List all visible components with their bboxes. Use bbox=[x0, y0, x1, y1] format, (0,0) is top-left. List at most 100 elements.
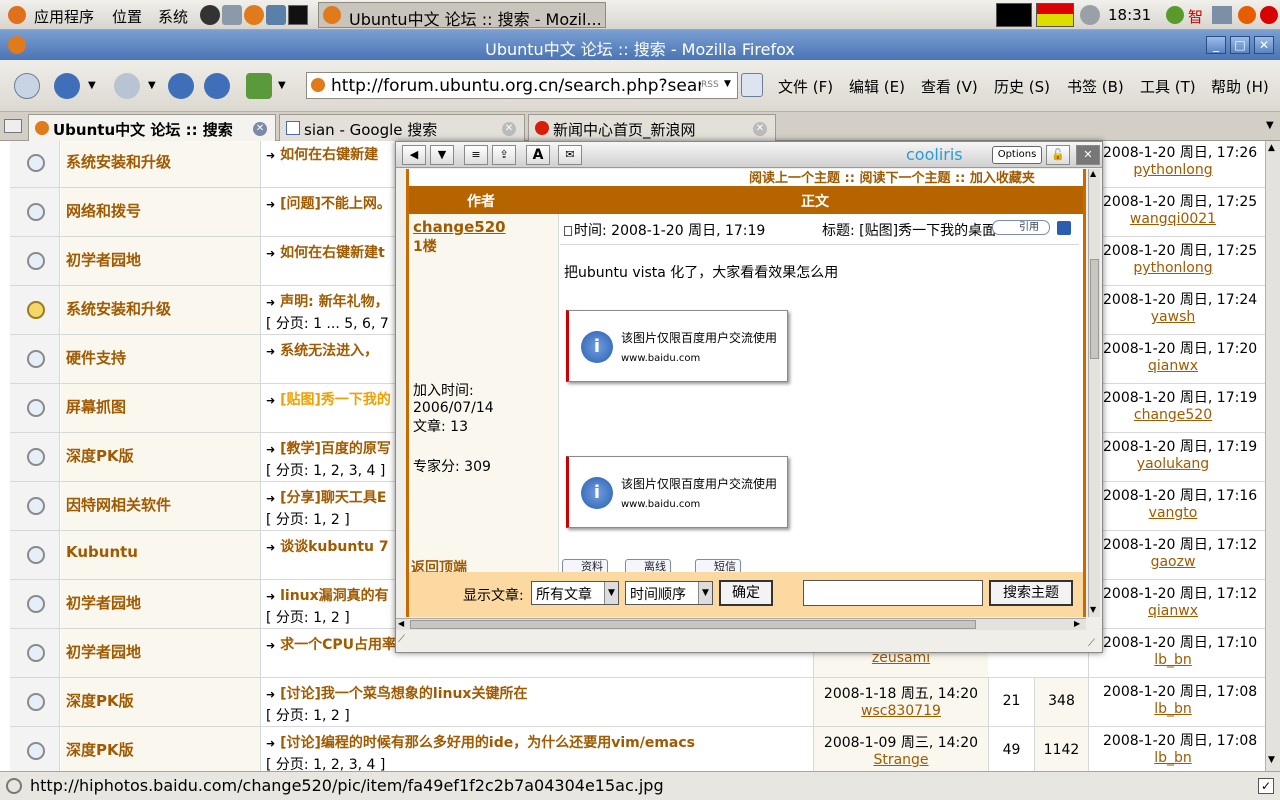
show-posts-select[interactable]: 所有文章 ▼ bbox=[531, 581, 619, 605]
page-scrollbar[interactable]: ▲ ▼ bbox=[1265, 141, 1280, 771]
rss-icon[interactable]: RSS bbox=[701, 80, 719, 90]
last-post-user[interactable]: lb_bn bbox=[1103, 701, 1243, 717]
last-post-user[interactable]: gaozw bbox=[1103, 554, 1243, 570]
resize-grip-icon[interactable]: ⟋ bbox=[1088, 638, 1095, 649]
status-check-icon[interactable]: ✓ bbox=[1258, 778, 1274, 794]
firefox-launcher-icon[interactable] bbox=[244, 5, 264, 25]
last-post-user[interactable]: qianwx bbox=[1103, 358, 1243, 374]
tab-google-search[interactable]: sian - Google 搜索 ✕ bbox=[279, 114, 525, 141]
forum-name[interactable]: 深度PK版 bbox=[61, 727, 261, 771]
ubuntu-logo-icon[interactable] bbox=[8, 6, 26, 24]
cooliris-next-button[interactable]: ▼ bbox=[430, 145, 454, 165]
scroll-up-icon[interactable]: ▲ bbox=[1268, 143, 1275, 153]
forum-name[interactable]: 初学者园地 bbox=[61, 629, 261, 677]
last-post-user[interactable]: change520 bbox=[1103, 407, 1243, 423]
topic-title[interactable]: [教学]百度的原写 bbox=[280, 441, 391, 457]
search-topic-input[interactable] bbox=[803, 580, 983, 606]
post-image-2[interactable]: i 该图片仅限百度用户交流使用 www.baidu.com bbox=[566, 456, 788, 528]
cooliris-vertical-scrollbar[interactable]: ▲ ▼ bbox=[1088, 169, 1100, 617]
post-image-1[interactable]: i 该图片仅限百度用户交流使用 www.baidu.com bbox=[566, 310, 788, 382]
cooliris-stack-icon[interactable]: ≡ bbox=[464, 145, 488, 165]
tab-close-icon[interactable]: ✕ bbox=[502, 122, 516, 136]
menu-help[interactable]: 帮助 (H) bbox=[1211, 76, 1269, 97]
tools-launcher-icon[interactable] bbox=[222, 5, 242, 25]
tab-ubuntu-forum[interactable]: Ubuntu中文 论坛 :: 搜索 ✕ bbox=[28, 114, 276, 141]
forum-name[interactable]: Kubuntu bbox=[61, 531, 261, 579]
url-dropdown-icon[interactable]: ▼ bbox=[724, 79, 731, 89]
forum-name[interactable]: 硬件支持 bbox=[61, 335, 261, 383]
forum-name[interactable]: 网络和拨号 bbox=[61, 188, 261, 236]
sort-order-select[interactable]: 时间顺序 ▼ bbox=[625, 581, 713, 605]
new-tab-icon[interactable] bbox=[14, 73, 40, 99]
settings-launcher-icon[interactable] bbox=[266, 5, 286, 25]
topic-nav-links[interactable]: 阅读上一个主题 :: 阅读下一个主题 :: 加入收藏夹 bbox=[749, 169, 1035, 186]
forum-name[interactable]: 屏幕抓图 bbox=[61, 384, 261, 432]
topic-title[interactable]: [问题]不能上网。 bbox=[280, 196, 391, 212]
update-icon[interactable] bbox=[1238, 6, 1256, 24]
last-post-user[interactable]: wangqi0021 bbox=[1103, 211, 1243, 227]
last-post-user[interactable]: pythonlong bbox=[1103, 162, 1243, 178]
clock[interactable]: 18:31 bbox=[1108, 6, 1151, 24]
cooliris-prev-button[interactable]: ◀ bbox=[402, 145, 426, 165]
system-menu[interactable]: 系统 bbox=[158, 6, 188, 27]
reload-icon[interactable] bbox=[168, 73, 194, 99]
volume-icon[interactable] bbox=[1080, 5, 1100, 25]
minimize-button[interactable]: _ bbox=[1206, 36, 1226, 54]
topic-title[interactable]: [分享]聊天工具E bbox=[280, 490, 386, 506]
scroll-thumb[interactable] bbox=[410, 620, 976, 629]
last-post-user[interactable]: yaolukang bbox=[1103, 456, 1243, 472]
bookmark-toolbar-icon[interactable] bbox=[246, 73, 272, 99]
forum-name[interactable]: 深度PK版 bbox=[61, 433, 261, 481]
menu-view[interactable]: 查看 (V) bbox=[921, 76, 978, 97]
terminal-launcher-icon[interactable] bbox=[288, 5, 308, 25]
topic-title[interactable]: 如何在右键新建 bbox=[280, 147, 378, 163]
topic-title[interactable]: linux漏洞真的有 bbox=[280, 588, 389, 604]
forum-name[interactable]: 因特网相关软件 bbox=[61, 482, 261, 530]
edit-square-icon[interactable] bbox=[1057, 221, 1071, 235]
power-icon[interactable] bbox=[1260, 6, 1278, 24]
topic-title[interactable]: 求一个CPU占用率 bbox=[280, 637, 396, 653]
cooliris-horizontal-scrollbar[interactable]: ◀ ▶ bbox=[396, 618, 1086, 630]
tab-close-icon[interactable]: ✕ bbox=[753, 122, 767, 136]
sidebar-toggle-icon[interactable] bbox=[4, 119, 22, 133]
tab-close-icon[interactable]: ✕ bbox=[253, 122, 267, 136]
last-post-user[interactable]: yawsh bbox=[1103, 309, 1243, 325]
topic-title[interactable]: [讨论]我一个菜鸟想象的linux关键所在 bbox=[280, 686, 527, 702]
forum-name[interactable]: 系统安装和升级 bbox=[61, 286, 261, 334]
cooliris-lock-icon[interactable]: 🔓 bbox=[1046, 145, 1070, 165]
tab-list-dropdown-icon[interactable]: ▼ bbox=[1266, 120, 1274, 131]
scroll-down-icon[interactable]: ▼ bbox=[1268, 755, 1275, 765]
applications-menu[interactable]: 应用程序 bbox=[34, 6, 94, 27]
forum-name[interactable]: 深度PK版 bbox=[61, 678, 261, 726]
confirm-button[interactable]: 确定 bbox=[719, 580, 773, 606]
go-button-icon[interactable] bbox=[741, 73, 763, 97]
cooliris-email-icon[interactable]: ✉ bbox=[558, 145, 582, 165]
topic-title[interactable]: 系统无法进入， bbox=[280, 343, 378, 359]
cooliris-close-icon[interactable]: ✕ bbox=[1076, 145, 1100, 165]
cooliris-options-button[interactable]: Options bbox=[992, 146, 1042, 164]
forum-name[interactable]: 初学者园地 bbox=[61, 580, 261, 628]
last-post-user[interactable]: lb_bn bbox=[1103, 652, 1243, 668]
back-dropdown-icon[interactable]: ▼ bbox=[88, 80, 96, 91]
scroll-thumb[interactable] bbox=[1090, 259, 1099, 359]
cooliris-text-size-icon[interactable]: A bbox=[526, 145, 550, 165]
menu-history[interactable]: 历史 (S) bbox=[994, 76, 1050, 97]
home-icon[interactable] bbox=[204, 73, 230, 99]
topic-title[interactable]: 声明: 新年礼物， bbox=[280, 294, 388, 310]
network-icon[interactable] bbox=[1212, 6, 1232, 24]
forum-name[interactable]: 初学者园地 bbox=[61, 237, 261, 285]
topic-pages[interactable]: [ 分页: 1, 2 ] bbox=[266, 705, 812, 725]
topic-pages[interactable]: [ 分页: 1, 2, 3, 4 ] bbox=[266, 754, 812, 771]
scroll-right-icon[interactable]: ▶ bbox=[1074, 619, 1080, 628]
bookmark-dropdown-icon[interactable]: ▼ bbox=[278, 80, 286, 91]
url-text[interactable]: http://forum.ubuntu.org.cn/search.php?se… bbox=[331, 76, 701, 96]
resize-grip-icon[interactable]: ⟋ bbox=[398, 634, 405, 645]
last-post-user[interactable]: lb_bn bbox=[1103, 750, 1243, 766]
tab-sina-news[interactable]: 新闻中心首页_新浪网 ✕ bbox=[528, 114, 776, 141]
menu-edit[interactable]: 编辑 (E) bbox=[849, 76, 905, 97]
forward-button-icon[interactable] bbox=[114, 73, 140, 99]
last-post-user[interactable]: vangto bbox=[1103, 505, 1243, 521]
maximize-button[interactable]: □ bbox=[1230, 36, 1250, 54]
scroll-down-icon[interactable]: ▼ bbox=[1090, 605, 1096, 614]
ime-icon[interactable] bbox=[1166, 6, 1184, 24]
